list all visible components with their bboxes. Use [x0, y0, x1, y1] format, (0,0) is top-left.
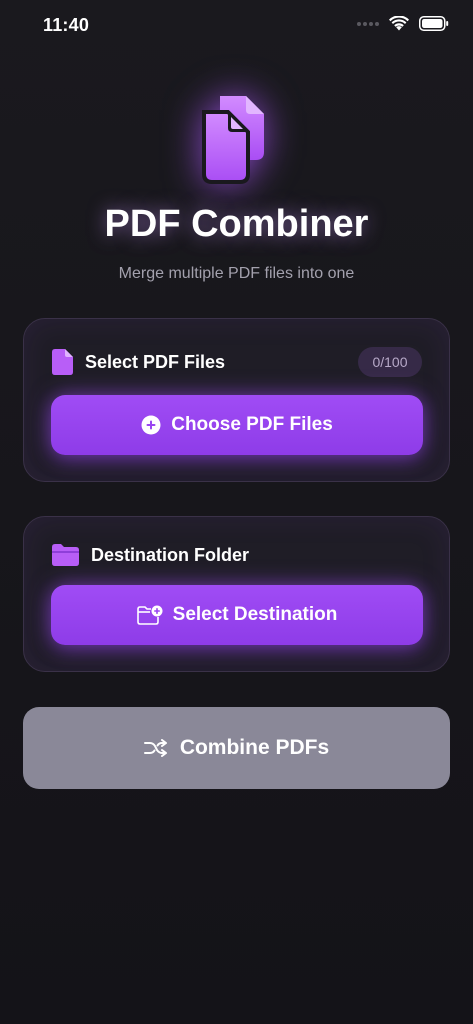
- select-destination-button[interactable]: Select Destination: [51, 585, 423, 645]
- wifi-icon: [389, 16, 409, 31]
- cellular-signal-icon: [357, 21, 379, 26]
- destination-header: Destination Folder: [52, 544, 249, 566]
- combine-pdfs-button[interactable]: Combine PDFs: [23, 707, 450, 789]
- destination-label: Destination Folder: [91, 544, 250, 565]
- status-indicators: [357, 16, 449, 31]
- select-files-label: Select PDF Files: [85, 351, 226, 372]
- app-title: PDF Combiner: [104, 203, 369, 245]
- status-time: 11:40: [43, 15, 90, 35]
- document-icon: [52, 349, 73, 375]
- shuffle-icon: [143, 739, 167, 757]
- destination-card: Destination Folder Select Destination: [23, 516, 450, 672]
- folder-badge-plus-icon: [136, 605, 163, 625]
- file-count-badge: 0/100: [358, 347, 422, 377]
- plus-circle-icon: [141, 415, 161, 435]
- choose-pdf-files-button[interactable]: Choose PDF Files: [51, 395, 423, 455]
- folder-icon: [52, 544, 79, 566]
- status-bar: 11:40: [0, 0, 473, 52]
- battery-icon: [419, 16, 449, 31]
- choose-pdf-files-label: Choose PDF Files: [171, 414, 333, 435]
- combine-pdfs-label: Combine PDFs: [179, 736, 330, 759]
- select-files-header: Select PDF Files: [52, 349, 225, 375]
- documents-icon: [202, 96, 264, 184]
- select-destination-label: Select Destination: [172, 604, 338, 625]
- app-subtitle: Merge multiple PDF files into one: [118, 265, 355, 282]
- select-files-card: Select PDF Files 0/100 Choose PDF Files: [23, 318, 450, 482]
